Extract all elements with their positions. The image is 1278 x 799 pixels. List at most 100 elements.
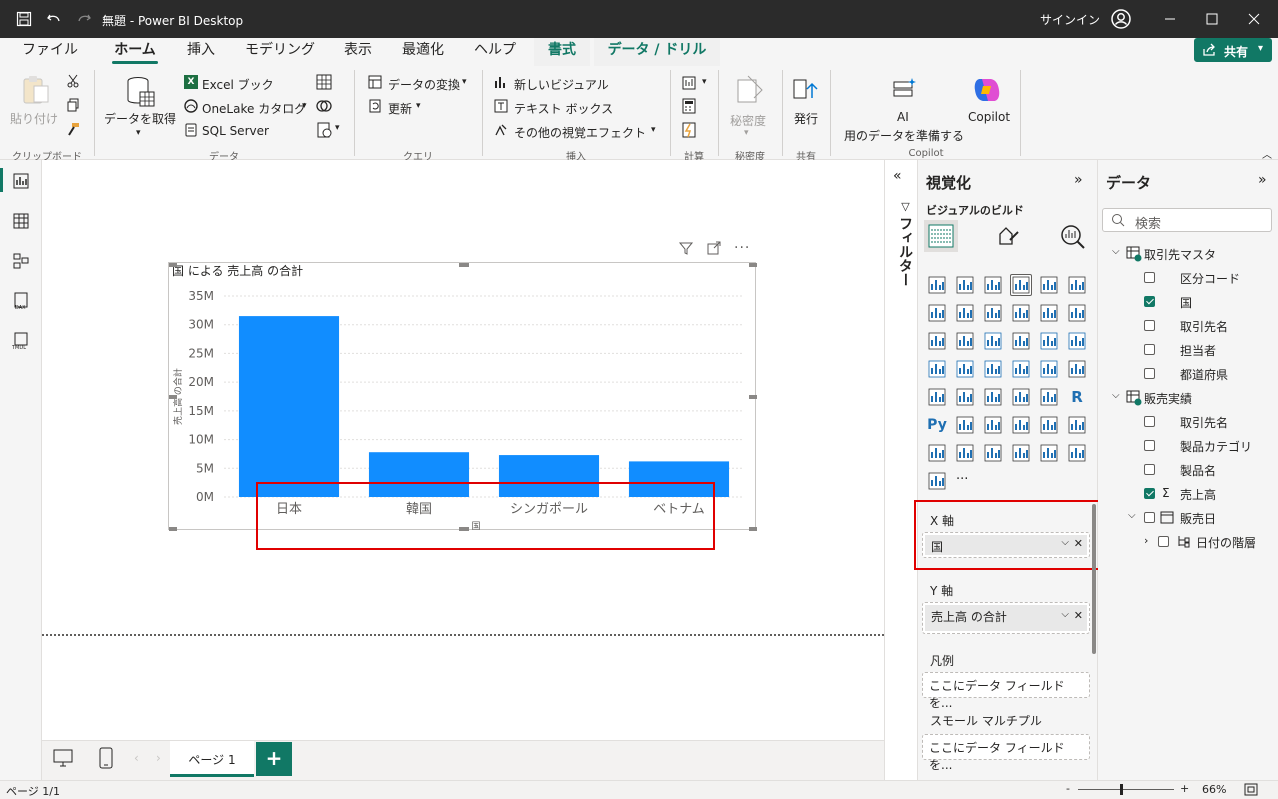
paginated-icon[interactable] [1066,414,1088,436]
t2-field-checkbox[interactable] [1144,440,1155,451]
collapse-data-icon[interactable]: » [1258,172,1267,188]
tab-data-drill[interactable]: データ / ドリル [594,38,720,66]
dax-query-view-icon[interactable]: DAX [10,290,32,312]
report-canvas[interactable]: ··· 国 による 売上高 の合計 35M 30M 25M 20M 15M 10M 5M 0M 日… [42,160,884,740]
model-view-icon[interactable] [10,250,32,272]
t1-field-checkbox[interactable] [1144,368,1155,379]
new-measure-chevron-icon[interactable]: ▾ [702,77,707,87]
undo-icon[interactable] [44,9,64,29]
decomposition-tree-icon[interactable] [982,414,1004,436]
report-view-icon[interactable] [10,170,32,192]
line-clustered-icon[interactable] [1066,302,1088,324]
onelake-chevron-icon[interactable]: ▾ [302,101,307,111]
analytics-icon[interactable] [1060,224,1086,253]
matrix-icon[interactable] [1038,386,1060,408]
tab-help[interactable]: ヘルプ [466,38,524,66]
python-icon[interactable]: Py [926,414,948,436]
t1-field-checkbox[interactable] [1144,344,1155,355]
legend-well[interactable]: ここにデータ フィールドを... [922,672,1090,710]
quick-measure-icon[interactable] [682,98,696,117]
tab-home[interactable]: ホーム [106,38,164,66]
publish-button[interactable]: 発行 [794,110,818,127]
funnel-icon[interactable] [982,330,1004,352]
format-painter-icon[interactable] [66,122,80,139]
get-data-chevron-icon[interactable]: ▾ [136,128,141,138]
zoom-level[interactable]: 66% [1202,783,1226,796]
slicer-icon[interactable] [982,386,1004,408]
collapse-viz-icon[interactable]: » [1074,172,1083,188]
donut-icon[interactable] [1066,330,1088,352]
onelake-catalog-button[interactable]: OneLake カタログ [202,100,306,117]
dataverse-icon[interactable] [316,98,332,117]
100-bar-icon[interactable] [1038,274,1060,296]
build-visual-tab[interactable] [924,220,958,252]
collapse-ribbon-icon[interactable]: ︿ [1262,146,1272,161]
more-visuals-button[interactable]: その他の視覚エフェクト [514,124,646,141]
prev-page-icon[interactable]: ‹ [134,751,139,765]
cut-icon[interactable] [66,74,80,91]
table-icon[interactable] [1010,386,1032,408]
filter-icon[interactable] [678,240,694,259]
text-box-button[interactable]: テキスト ボックス [514,100,613,117]
t1-field-name[interactable]: 取引先名 [1180,318,1228,335]
redo-icon[interactable] [74,9,94,29]
t1-field-checkbox[interactable] [1144,320,1155,331]
focus-mode-icon[interactable] [706,240,722,259]
new-visual-button[interactable]: 新しいビジュアル [514,76,609,93]
date-chevron-icon[interactable]: ⌵ [1128,510,1136,521]
recent-sources-chevron-icon[interactable]: ▾ [335,123,340,133]
ribbon-icon[interactable] [926,330,948,352]
tab-insert[interactable]: 挿入 [180,38,222,66]
table-view-icon[interactable] [10,210,32,232]
copilot-button[interactable]: Copilot [968,110,1010,124]
maximize-icon[interactable] [1202,9,1222,29]
goals-icon[interactable] [1038,442,1060,464]
area-icon[interactable] [954,302,976,324]
tab-view[interactable]: 表示 [336,38,380,66]
refresh-button[interactable]: 更新 [388,100,412,117]
t1-field-checkbox[interactable] [1144,296,1155,307]
filters-pane-collapsed[interactable]: « ▽ フィルター [884,160,918,780]
account-icon[interactable] [1110,8,1132,30]
next-page-icon[interactable]: › [156,751,161,765]
stacked-bar-icon[interactable] [926,274,948,296]
mobile-layout-icon[interactable] [98,747,114,772]
date-field-name[interactable]: 販売日 [1180,510,1216,527]
azure-map-icon[interactable] [1038,358,1060,380]
yaxis-field-remove-icon[interactable]: ✕ [1074,609,1083,622]
tmdl-view-icon[interactable]: TMDL [10,330,32,352]
hierarchy-field-name[interactable]: 日付の階層 [1196,534,1256,551]
t2-field-name[interactable]: 取引先名 [1180,414,1228,431]
yaxis-field-chip[interactable]: 売上高 の合計 ⌵ ✕ [925,605,1087,631]
t2-field-checkbox[interactable] [1144,488,1155,499]
stacked-column-icon[interactable] [954,274,976,296]
100-column-icon[interactable] [1066,274,1088,296]
recent-sources-icon[interactable] [316,122,332,141]
add-page-button[interactable]: + [256,742,292,776]
desktop-layout-icon[interactable] [52,747,74,772]
t1-field-name[interactable]: 都道府県 [1180,366,1228,383]
zoom-out-button[interactable]: - [1066,782,1070,795]
sql-server-button[interactable]: SQL Server [202,124,269,138]
chevron-icon[interactable] [926,470,948,492]
more-options-icon[interactable]: ··· [734,240,750,256]
filled-map-icon[interactable] [982,358,1004,380]
t2-field-name[interactable]: 製品カテゴリ [1180,438,1252,455]
scatter-icon[interactable] [1010,330,1032,352]
100-area-icon[interactable] [1010,302,1032,324]
shape-map-icon[interactable] [1010,358,1032,380]
transform-chevron-icon[interactable]: ▾ [462,77,467,87]
signin-link[interactable]: サインイン [1040,11,1100,28]
table1-name[interactable]: 取引先マスタ [1144,246,1216,263]
line-icon[interactable] [926,302,948,324]
ai-prep-label-line1[interactable]: AI [897,110,909,124]
t2-field-checkbox[interactable] [1144,416,1155,427]
hierarchy-checkbox[interactable] [1158,536,1169,547]
pie-icon[interactable] [1038,330,1060,352]
t1-field-name[interactable]: 担当者 [1180,342,1216,359]
tab-optimize[interactable]: 最適化 [394,38,452,66]
qa-icon[interactable] [1010,414,1032,436]
table1-chevron-icon[interactable]: ⌵ [1112,246,1120,257]
zoom-slider-thumb[interactable] [1120,784,1123,795]
t2-field-name[interactable]: 製品名 [1180,462,1216,479]
